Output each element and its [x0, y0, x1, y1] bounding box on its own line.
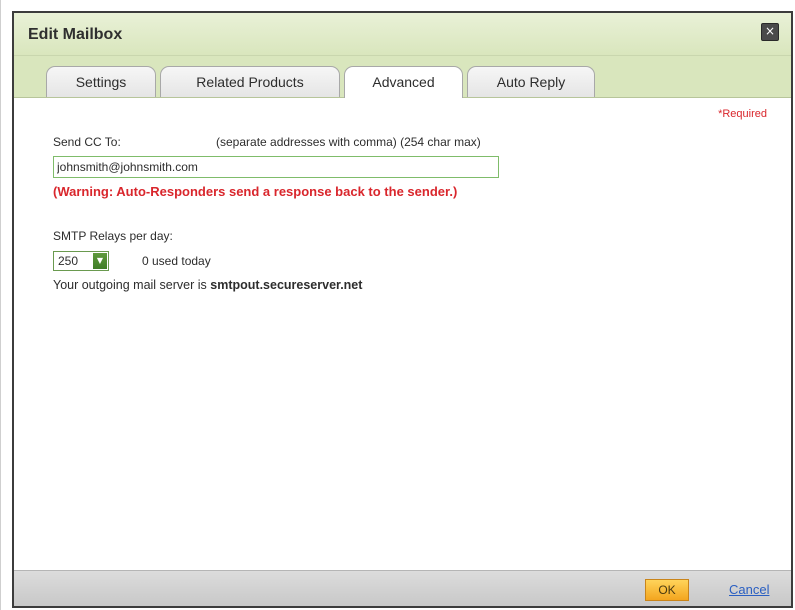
smtp-used-today: 0 used today [142, 254, 211, 268]
outgoing-server-text: Your outgoing mail server is smtpout.sec… [53, 278, 362, 292]
send-cc-input[interactable] [53, 156, 499, 178]
edit-mailbox-dialog: Edit Mailbox × Settings Related Products… [12, 11, 793, 608]
tab-bar: Settings Related Products Advanced Auto … [14, 56, 791, 98]
smtp-relays-select[interactable]: 250 ▼ [53, 251, 109, 271]
close-icon[interactable]: × [761, 23, 779, 41]
ok-button[interactable]: OK [645, 579, 689, 601]
auto-responder-warning: (Warning: Auto-Responders send a respons… [53, 184, 458, 199]
outgoing-server-name: smtpout.secureserver.net [210, 278, 363, 292]
tab-settings[interactable]: Settings [46, 66, 156, 97]
dialog-titlebar: Edit Mailbox × [14, 13, 791, 56]
tab-related-products[interactable]: Related Products [160, 66, 340, 97]
tab-auto-reply[interactable]: Auto Reply [467, 66, 595, 97]
window-edge [0, 0, 1, 610]
smtp-relays-label: SMTP Relays per day: [53, 229, 173, 243]
advanced-panel: *Required Send CC To: (separate addresse… [14, 98, 791, 571]
send-cc-hint: (separate addresses with comma) (254 cha… [216, 135, 481, 149]
dialog-footer: OK Cancel [14, 570, 791, 606]
outgoing-server-prefix: Your outgoing mail server is [53, 278, 211, 292]
dialog-title: Edit Mailbox [28, 26, 123, 43]
smtp-relays-value: 250 [58, 254, 79, 268]
cancel-link[interactable]: Cancel [729, 582, 769, 597]
required-note: *Required [718, 108, 767, 120]
chevron-down-icon[interactable]: ▼ [93, 253, 107, 269]
send-cc-label: Send CC To: [53, 135, 121, 149]
tab-advanced[interactable]: Advanced [344, 66, 463, 98]
